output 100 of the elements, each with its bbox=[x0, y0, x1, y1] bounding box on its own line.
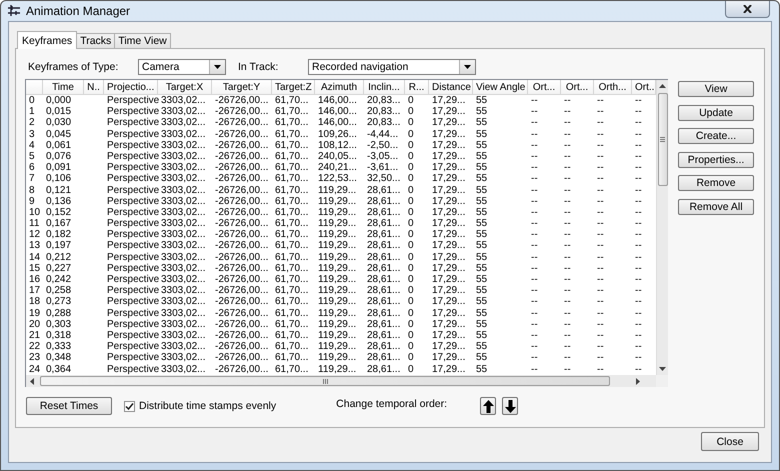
table-cell-text: Perspective bbox=[106, 150, 158, 162]
close-dialog-button[interactable]: Close bbox=[701, 432, 759, 451]
column-header[interactable]: View Angle bbox=[473, 80, 528, 95]
table-cell-text: -- bbox=[530, 218, 539, 230]
table-cell-text: -26726,00... bbox=[214, 352, 270, 364]
table-cell-text: 17,29... bbox=[431, 274, 466, 286]
table-cell-text: -- bbox=[634, 330, 643, 342]
scrollbar-thumb[interactable] bbox=[40, 376, 610, 386]
column-header[interactable]: Ort... bbox=[561, 80, 594, 95]
table-cell-text: 61,70... bbox=[274, 196, 310, 207]
scroll-left-icon[interactable] bbox=[30, 378, 34, 384]
table-cell-text: 122,53... bbox=[317, 173, 358, 185]
table-cell-text: -- bbox=[563, 117, 572, 129]
row-number-header bbox=[26, 80, 43, 95]
table-cell-text: 0 bbox=[407, 341, 415, 352]
move-down-button[interactable] bbox=[502, 397, 518, 415]
tab[interactable]: Keyframes bbox=[17, 31, 78, 49]
action-button[interactable]: Remove All bbox=[678, 198, 754, 214]
row-number: 11 bbox=[28, 218, 40, 230]
dropdown-arrow-icon bbox=[214, 64, 221, 68]
scroll-down-icon[interactable] bbox=[659, 367, 666, 371]
column-header[interactable]: Ort... bbox=[528, 80, 561, 95]
table-cell-text: 3303,02... bbox=[160, 308, 206, 319]
table-cell-text: -- bbox=[596, 308, 605, 319]
column-header[interactable]: Orth... bbox=[594, 80, 632, 95]
table-cell-text: -- bbox=[634, 262, 643, 274]
move-up-button[interactable] bbox=[480, 397, 496, 415]
action-button[interactable]: View bbox=[678, 81, 754, 97]
row-number: 4 bbox=[28, 140, 36, 151]
close-button[interactable] bbox=[725, 1, 770, 18]
table-cell-text: 3303,02... bbox=[160, 330, 206, 342]
table-cell-text: 28,61... bbox=[366, 341, 402, 352]
column-header[interactable]: Ort... bbox=[632, 80, 656, 95]
table-cell-text: 61,70... bbox=[274, 240, 310, 252]
row-number: 20 bbox=[28, 318, 42, 330]
table-cell-text: -3,05... bbox=[366, 150, 400, 162]
table-cell-text: -- bbox=[596, 106, 605, 118]
column-header[interactable]: Target:X bbox=[158, 80, 212, 95]
table-cell-text: -- bbox=[634, 206, 643, 218]
scrollbar-thumb[interactable] bbox=[658, 93, 668, 186]
table-cell-text: -- bbox=[563, 330, 572, 342]
tab[interactable]: Time View bbox=[114, 33, 171, 48]
dropdown[interactable]: Recorded navigation bbox=[308, 58, 476, 74]
column-header[interactable]: Target:Y bbox=[212, 80, 272, 95]
table-cell-text: 3303,02... bbox=[160, 162, 206, 174]
dropdown[interactable]: Camera bbox=[138, 58, 226, 74]
table-cell-text: 28,61... bbox=[366, 252, 402, 263]
table-cell-text: -- bbox=[530, 318, 539, 330]
table-cell-text: -- bbox=[596, 229, 605, 240]
column-header[interactable]: Target:Z bbox=[272, 80, 315, 95]
column-header[interactable]: N.. bbox=[84, 80, 104, 95]
window-title: Animation Manager bbox=[26, 4, 130, 18]
table-cell-text: 119,29... bbox=[317, 252, 358, 263]
reset-button[interactable]: Reset Times bbox=[26, 397, 112, 415]
column-header[interactable]: Projectio... bbox=[104, 80, 158, 95]
table-cell-text: Perspective bbox=[106, 229, 158, 240]
table-cell-text: 55 bbox=[475, 330, 488, 342]
tab[interactable]: Tracks bbox=[76, 33, 116, 48]
grip-icon bbox=[660, 137, 665, 142]
table-cell-text: -- bbox=[596, 364, 605, 375]
table-cell-text: 0 bbox=[407, 364, 415, 375]
table-cell-text: -26726,00... bbox=[214, 162, 270, 174]
action-button[interactable]: Properties... bbox=[678, 152, 754, 168]
column-header[interactable]: R... bbox=[405, 80, 429, 95]
table-cell-text: Perspective bbox=[106, 352, 158, 364]
table-cell-text: -- bbox=[530, 184, 539, 196]
vertical-scrollbar[interactable] bbox=[656, 80, 668, 375]
row-number: 5 bbox=[28, 150, 36, 162]
table-cell-text: -- bbox=[634, 341, 643, 352]
table-cell-text: Perspective bbox=[106, 128, 158, 140]
table-cell-text: 0 bbox=[407, 196, 415, 207]
table-cell-text: 17,29... bbox=[431, 330, 466, 342]
table-cell-text: 0 bbox=[407, 218, 415, 230]
table-cell-text: -- bbox=[563, 318, 572, 330]
table-cell-text: 3303,02... bbox=[160, 173, 206, 185]
scroll-right-icon[interactable] bbox=[636, 378, 640, 384]
scroll-up-icon[interactable] bbox=[659, 84, 666, 88]
table-cell-text: 3303,02... bbox=[160, 184, 206, 196]
table-cell-text: 0,045 bbox=[45, 128, 72, 140]
table-cell-text: 146,00... bbox=[317, 95, 358, 106]
table-cell-text: -- bbox=[563, 196, 572, 207]
table-cell-text: -- bbox=[563, 150, 572, 162]
column-header[interactable]: Azimuth bbox=[315, 80, 364, 95]
action-button[interactable]: Create... bbox=[678, 128, 754, 144]
table-cell-text: -- bbox=[634, 252, 643, 263]
column-header[interactable]: Distance bbox=[429, 80, 473, 95]
table-cell-text: 55 bbox=[475, 150, 488, 162]
checkbox[interactable] bbox=[124, 400, 135, 412]
table-cell-text: -26726,00... bbox=[214, 150, 270, 162]
action-button[interactable]: Update bbox=[678, 104, 754, 120]
horizontal-scrollbar[interactable] bbox=[26, 375, 656, 387]
column-header[interactable]: Time bbox=[43, 80, 84, 95]
table-cell-text: -- bbox=[596, 218, 605, 230]
row-number: 18 bbox=[28, 296, 42, 308]
action-button[interactable]: Remove bbox=[678, 175, 754, 191]
column-header[interactable]: Inclin... bbox=[364, 80, 405, 95]
table-cell-text: Perspective bbox=[106, 252, 158, 263]
row-number: 14 bbox=[28, 252, 42, 263]
table-cell-text: -- bbox=[563, 128, 572, 140]
table-cell-text: 61,70... bbox=[274, 252, 310, 263]
